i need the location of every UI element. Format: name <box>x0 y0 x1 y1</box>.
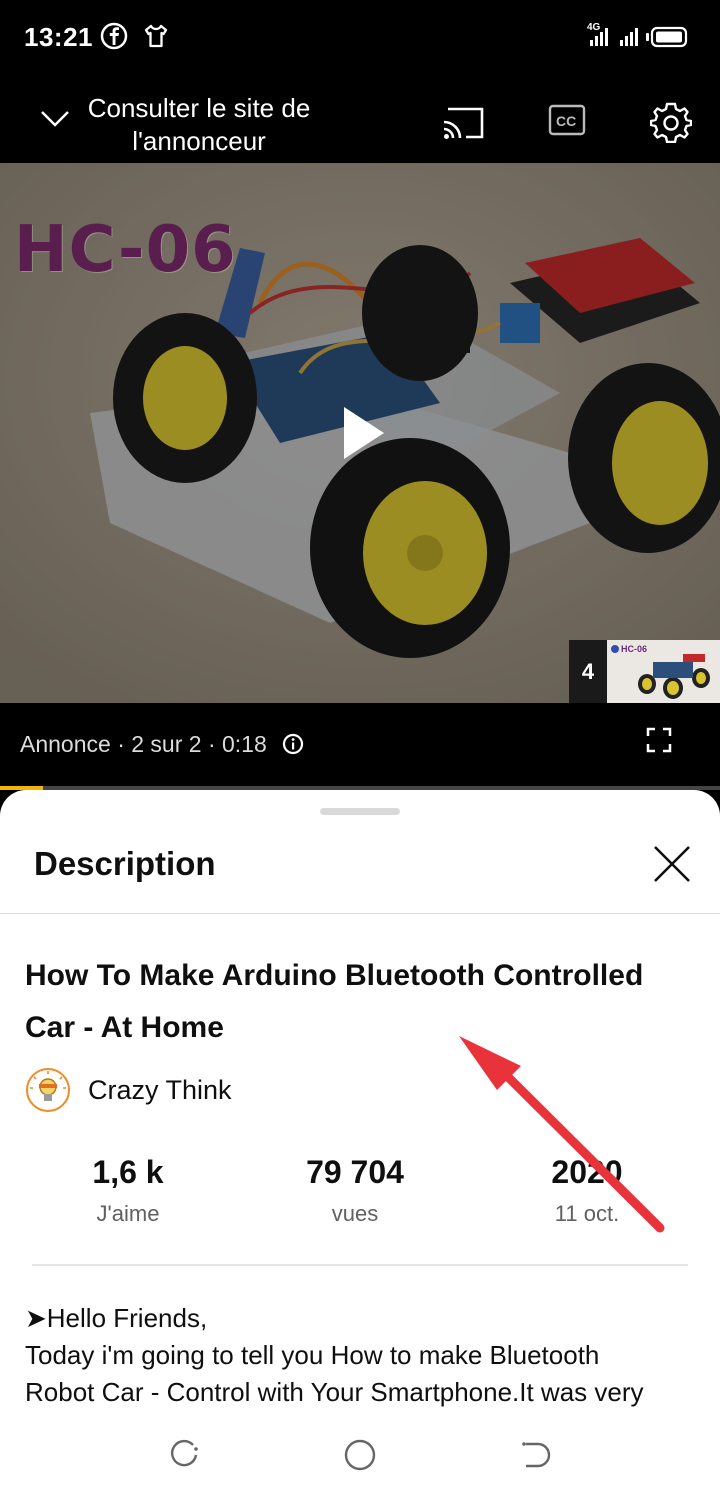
info-icon[interactable] <box>282 733 304 760</box>
captions-icon[interactable]: CC <box>548 104 586 141</box>
chevron-down-icon[interactable] <box>40 110 70 133</box>
divider <box>0 913 720 914</box>
status-bar: 13:21 4G <box>0 0 720 75</box>
divider <box>32 1264 688 1266</box>
battery-icon <box>646 26 688 48</box>
ad-counter-text: Annonce · 2 sur 2 · 0:18 <box>20 731 267 757</box>
panel-title: Description <box>34 845 216 882</box>
home-icon[interactable] <box>343 1438 377 1477</box>
next-video-thumbnail[interactable]: HC-06 <box>607 640 720 703</box>
play-icon[interactable] <box>342 405 386 466</box>
queue-count[interactable]: 4 <box>569 640 607 703</box>
ad-top-bar: Consulter le site de l'annonceur CC <box>0 75 720 163</box>
stat-likes: 1,6 k J'aime <box>28 1154 228 1227</box>
stat-label: J'aime <box>96 1201 160 1226</box>
drag-handle[interactable] <box>320 808 400 815</box>
system-nav-bar <box>0 1410 720 1500</box>
facebook-icon <box>100 22 128 55</box>
status-time: 13:21 <box>24 22 93 52</box>
network-type-label: 4G <box>587 22 601 33</box>
shirt-icon <box>142 22 170 55</box>
back-icon[interactable] <box>518 1438 552 1477</box>
description-line: Robot Car - Control with Your Smartphone… <box>25 1377 644 1407</box>
stat-value: 1,6 k <box>92 1154 164 1190</box>
stat-views: 79 704 vues <box>255 1154 455 1227</box>
description-text: ➤Hello Friends, Today i'm going to tell … <box>25 1300 705 1410</box>
status-right-icons: 4G <box>586 20 696 57</box>
video-player[interactable]: HC-06 4 HC-06 <box>0 163 720 703</box>
gear-icon[interactable] <box>649 101 693 148</box>
stat-label: vues <box>331 1201 379 1226</box>
ad-info-bar: Annonce · 2 sur 2 · 0:18 <box>0 703 720 789</box>
close-icon[interactable] <box>652 844 692 889</box>
svg-text:CC: CC <box>556 113 576 129</box>
description-line: ➤Hello Friends, <box>25 1303 208 1333</box>
channel-name[interactable]: Crazy Think <box>88 1075 232 1106</box>
cast-icon[interactable] <box>442 105 486 146</box>
stat-value: 79 704 <box>306 1154 404 1190</box>
video-overlay-text: HC-06 <box>14 213 237 287</box>
annotation-arrow <box>459 1036 665 1233</box>
fullscreen-icon[interactable] <box>646 727 672 758</box>
thumbnail-overlay-text: HC-06 <box>621 644 648 654</box>
description-line: Today i'm going to tell you How to make … <box>25 1340 600 1370</box>
visit-advertiser-link[interactable]: Consulter le site de l'annonceur <box>70 92 328 158</box>
recent-apps-icon[interactable] <box>167 1438 201 1477</box>
channel-avatar[interactable] <box>26 1068 70 1112</box>
